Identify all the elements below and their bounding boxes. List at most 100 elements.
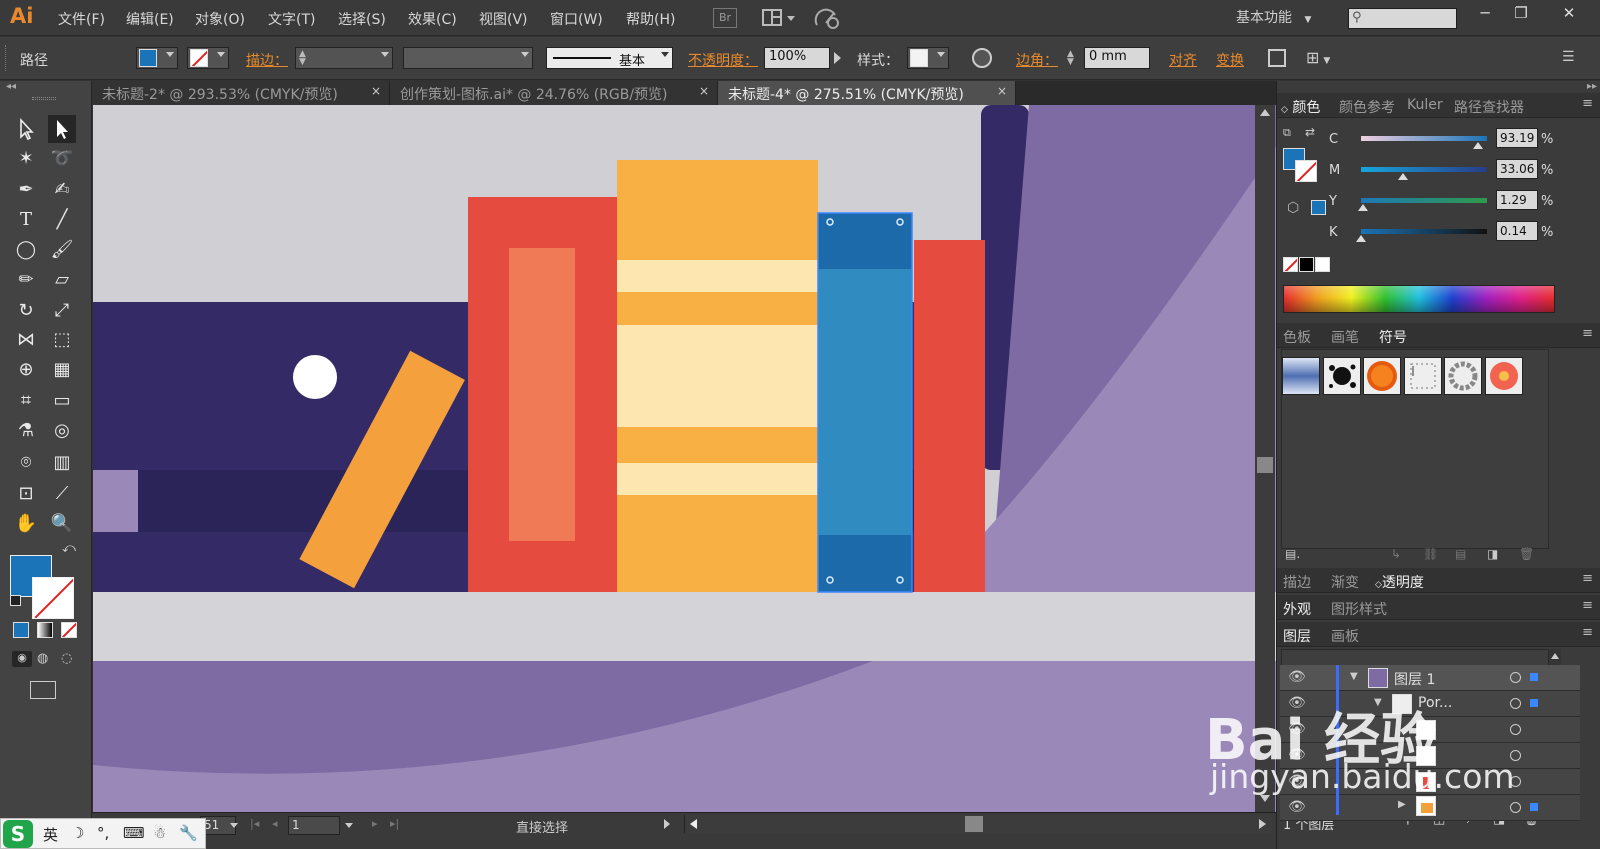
- stroke-label[interactable]: 描边：: [246, 50, 288, 70]
- skin-icon[interactable]: ☃: [153, 824, 166, 842]
- help-search-input[interactable]: ⚲: [1348, 8, 1457, 29]
- free-transform-icon[interactable]: ⬚: [48, 326, 76, 354]
- collapse-dock-icon[interactable]: ▸▸: [1587, 81, 1597, 92]
- target-circle-icon[interactable]: [1510, 672, 1521, 683]
- document-tab-active[interactable]: 未标题-4* @ 275.51% (CMYK/预览) ×: [718, 81, 1016, 105]
- horizontal-scrollbar[interactable]: [684, 815, 1272, 833]
- cyan-slider[interactable]: [1361, 136, 1487, 141]
- menu-type[interactable]: 文字(T): [268, 9, 315, 29]
- selection-tool-icon[interactable]: [12, 115, 40, 143]
- cyan-value-field[interactable]: 93.19: [1496, 128, 1538, 148]
- mesh-icon[interactable]: ⌗: [12, 387, 40, 415]
- black-value-field[interactable]: 0.14: [1496, 221, 1538, 241]
- menu-select[interactable]: 选择(S): [338, 9, 386, 29]
- out-of-gamut-icon[interactable]: ⬡: [1287, 200, 1299, 216]
- yellow-slider-thumb[interactable]: [1357, 204, 1368, 211]
- perspective-grid-icon[interactable]: ▦: [48, 356, 76, 384]
- tab-artboards[interactable]: 画板: [1331, 626, 1359, 646]
- orange-book-stripe[interactable]: [617, 260, 818, 292]
- yellow-value-field[interactable]: 1.29: [1496, 190, 1538, 210]
- draw-behind-icon[interactable]: ◍: [37, 651, 48, 666]
- target-circle-icon[interactable]: [1510, 724, 1521, 735]
- pencil-icon[interactable]: ✏: [12, 266, 40, 294]
- hand-icon[interactable]: ✋: [12, 510, 40, 538]
- layer-row[interactable]: 👁 ▼ 图层 1: [1280, 665, 1580, 691]
- delete-symbol-icon[interactable]: 🗑: [1519, 547, 1534, 561]
- blue-book-band[interactable]: [818, 213, 912, 269]
- tab-symbols[interactable]: 符号: [1379, 327, 1407, 347]
- symbol-blue-banner[interactable]: [1282, 357, 1320, 395]
- scroll-up-icon[interactable]: [1551, 653, 1559, 659]
- magenta-slider[interactable]: [1361, 167, 1487, 172]
- gradient-mode-icon[interactable]: [37, 622, 53, 638]
- column-graph-icon[interactable]: ▥: [48, 449, 76, 477]
- cyan-slider-thumb[interactable]: [1473, 142, 1484, 149]
- scroll-left-icon[interactable]: [690, 819, 697, 829]
- artboard-number-field[interactable]: 1: [288, 816, 340, 835]
- expand-triangle-icon[interactable]: ▼: [1350, 671, 1358, 682]
- punctuation-icon[interactable]: °,: [97, 824, 109, 842]
- menu-effect[interactable]: 效果(C): [408, 9, 457, 29]
- visibility-eye-icon[interactable]: 👁: [1288, 799, 1306, 815]
- symbol-options-icon[interactable]: ▤: [1455, 547, 1466, 561]
- close-icon[interactable]: ×: [371, 84, 381, 98]
- opacity-label[interactable]: 不透明度：: [688, 50, 758, 70]
- blue-book-band[interactable]: [818, 535, 912, 592]
- ellipse-tool-icon[interactable]: ◯: [12, 236, 40, 264]
- scale-icon[interactable]: ⤢: [48, 297, 76, 325]
- black-slider-thumb[interactable]: [1356, 235, 1367, 242]
- black-slider[interactable]: [1361, 229, 1487, 234]
- width-tool-icon[interactable]: ⋈: [12, 326, 40, 354]
- align-button[interactable]: 对齐: [1169, 50, 1197, 70]
- stroke-color-dropdown[interactable]: [187, 47, 229, 69]
- stepper-icon[interactable]: ▲ ▼: [299, 50, 306, 67]
- stepper-icon[interactable]: ▲ ▼: [1067, 50, 1074, 67]
- red-book-label[interactable]: [509, 248, 575, 541]
- rotate-icon[interactable]: ↻: [12, 297, 40, 325]
- opacity-field[interactable]: 100%: [764, 47, 830, 69]
- draw-normal-icon[interactable]: ◉: [12, 651, 32, 667]
- web-color-swatch[interactable]: [1311, 200, 1326, 215]
- magenta-value-field[interactable]: 33.06: [1496, 159, 1538, 179]
- keyboard-icon[interactable]: ⌨: [123, 824, 145, 842]
- minimize-icon[interactable]: ─: [1472, 4, 1498, 26]
- document-tab[interactable]: 未标题-2* @ 293.53% (CMYK/预览) ×: [92, 81, 390, 105]
- arrange-icon[interactable]: ⊞ ▼: [1306, 48, 1330, 67]
- artboard-icon[interactable]: ⊡: [12, 480, 40, 508]
- orange-book-stripe[interactable]: [617, 463, 818, 495]
- artboard-canvas[interactable]: [93, 105, 1277, 812]
- lilac-block[interactable]: [93, 470, 138, 532]
- ime-language-toggle[interactable]: 英: [43, 824, 58, 845]
- play-arrow-icon[interactable]: [834, 52, 841, 64]
- eyedropper-icon[interactable]: ⚗: [12, 417, 40, 445]
- graphic-style-dropdown[interactable]: [907, 47, 949, 69]
- curvature-pen-icon[interactable]: ✍: [48, 176, 76, 204]
- wrench-icon[interactable]: 🔧: [179, 824, 198, 842]
- scroll-down-icon[interactable]: [1260, 795, 1270, 802]
- menu-window[interactable]: 窗口(W): [550, 9, 603, 29]
- fill-color-dropdown[interactable]: [136, 47, 178, 69]
- close-icon[interactable]: ✕: [1556, 4, 1582, 26]
- shape-builder-icon[interactable]: ⊕: [12, 356, 40, 384]
- close-icon[interactable]: ×: [699, 84, 709, 98]
- bridge-button[interactable]: Br: [713, 8, 737, 28]
- variable-width-profile-dropdown[interactable]: [403, 47, 533, 69]
- previous-artboard-icon[interactable]: ◂: [272, 817, 278, 830]
- panel-menu-icon[interactable]: ☰: [1562, 49, 1575, 65]
- pen-icon[interactable]: ✒: [12, 176, 40, 204]
- document-tab[interactable]: 创作策划-图标.ai* @ 24.76% (RGB/预览) ×: [390, 81, 718, 105]
- screen-mode-icon[interactable]: [30, 681, 56, 699]
- none-color-swatch[interactable]: [1283, 257, 1298, 272]
- menu-edit[interactable]: 编辑(E): [126, 9, 174, 29]
- symbol-orange-button[interactable]: [1363, 357, 1401, 395]
- line-segment-icon[interactable]: ╱: [48, 206, 76, 234]
- corner-label[interactable]: 边角：: [1016, 50, 1058, 70]
- stroke-none-swatch[interactable]: [32, 577, 74, 619]
- menu-help[interactable]: 帮助(H): [626, 9, 675, 29]
- arrange-documents-icon[interactable]: [762, 7, 796, 33]
- layer-row[interactable]: 👁 ▶: [1280, 795, 1580, 821]
- none-mode-icon[interactable]: [61, 622, 77, 638]
- tab-transparency[interactable]: ◇透明度: [1375, 572, 1424, 592]
- white-dot[interactable]: [293, 355, 337, 399]
- menu-object[interactable]: 对象(O): [195, 9, 245, 29]
